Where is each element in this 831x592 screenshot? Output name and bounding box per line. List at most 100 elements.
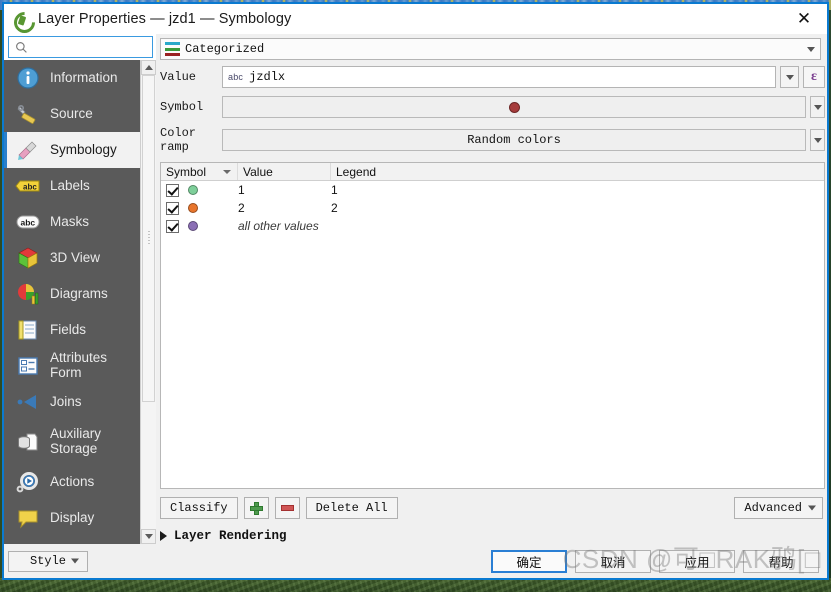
sidebar-item-symbology[interactable]: Symbology: [4, 132, 140, 168]
renderer-type-combo[interactable]: Categorized: [160, 38, 821, 60]
style-button[interactable]: Style: [8, 550, 88, 572]
sidebar-item-actions[interactable]: Actions: [4, 464, 140, 500]
sidebar-item-label: Source: [50, 105, 93, 121]
category-color-dot[interactable]: [188, 203, 198, 213]
qgis-logo-icon: [13, 10, 30, 28]
sidebar: Information Source Symbology abc Labels …: [4, 34, 190, 544]
symbology-panel: Categorized Value abc jzdlx ε Symbol Col…: [156, 34, 827, 544]
scroll-down-arrow-icon[interactable]: [141, 529, 156, 544]
value-field-label: Value: [160, 70, 197, 84]
sidebar-item-label: Actions: [50, 473, 95, 489]
sidebar-item-label: Display: [50, 509, 95, 525]
desktop-map-backdrop-bottom: [0, 578, 831, 592]
advanced-button[interactable]: Advanced: [734, 497, 823, 519]
sidebar-item-rendering[interactable]: Rendering: [4, 536, 140, 544]
table-row[interactable]: 2 2: [161, 199, 824, 217]
layer-rendering-label: Layer Rendering: [174, 529, 287, 543]
column-header-value[interactable]: Value: [238, 163, 331, 180]
chevron-down-icon: [808, 505, 816, 511]
information-icon: [14, 65, 42, 91]
table-body: 1 1 2 2 all other values: [161, 181, 824, 488]
diagrams-piechart-icon: [14, 281, 42, 307]
sidebar-item-3d-view[interactable]: 3D View: [4, 240, 140, 276]
sidebar-item-diagrams[interactable]: Diagrams: [4, 276, 140, 312]
symbol-preview-button[interactable]: [222, 96, 806, 118]
layer-rendering-expander[interactable]: Layer Rendering: [160, 528, 825, 544]
fields-table-icon: [14, 317, 42, 343]
row-value[interactable]: all other values: [238, 219, 824, 233]
dialog-body: Information Source Symbology abc Labels …: [4, 34, 827, 544]
close-icon[interactable]: ✕: [781, 4, 827, 34]
classify-button[interactable]: Classify: [160, 497, 238, 519]
svg-text:abc: abc: [21, 218, 36, 228]
sidebar-scrollbar[interactable]: [140, 60, 156, 544]
sidebar-item-attributes-form[interactable]: Attributes Form: [4, 348, 140, 384]
sidebar-search-area: [4, 34, 190, 60]
ok-button[interactable]: 确定: [491, 549, 567, 573]
symbol-field-row: [222, 96, 825, 118]
row-legend[interactable]: 2: [331, 201, 824, 215]
sidebar-item-label: 3D View: [50, 249, 101, 265]
sidebar-nav-wrapper: Information Source Symbology abc Labels …: [4, 60, 156, 544]
category-color-dot[interactable]: [188, 185, 198, 195]
column-header-symbol[interactable]: Symbol: [161, 163, 238, 180]
dialog-title: Layer Properties — jzd1 — Symbology: [38, 11, 292, 27]
color-ramp-value: Random colors: [467, 133, 561, 147]
table-row[interactable]: 1 1: [161, 181, 824, 199]
search-box[interactable]: [8, 36, 190, 58]
labels-abc-icon: abc: [14, 173, 42, 199]
row-value[interactable]: 2: [238, 201, 331, 215]
attributes-form-icon: [14, 353, 42, 379]
column-header-legend[interactable]: Legend: [331, 163, 824, 180]
chevron-down-icon: [71, 558, 79, 564]
row-checkbox[interactable]: [166, 183, 179, 197]
sidebar-nav-list: Information Source Symbology abc Labels …: [4, 60, 140, 544]
sidebar-item-source[interactable]: Source: [4, 96, 140, 132]
color-ramp-row: Random colors: [222, 129, 825, 151]
sidebar-item-label: Attributes Form: [50, 350, 108, 380]
sidebar-item-joins[interactable]: Joins: [4, 384, 140, 420]
actions-gear-icon: [14, 469, 42, 495]
remove-category-button[interactable]: [274, 497, 300, 519]
help-button[interactable]: 帮助: [743, 549, 819, 573]
symbology-form: Value abc jzdlx ε Symbol Color ramp Rand…: [160, 66, 825, 154]
row-checkbox[interactable]: [166, 201, 179, 215]
sidebar-item-label: Joins: [50, 393, 82, 409]
category-color-dot[interactable]: [188, 221, 198, 231]
sidebar-item-label: Symbology: [50, 141, 117, 157]
classify-toolbar: Classify Delete All Advanced: [160, 497, 825, 519]
sidebar-item-auxiliary-storage[interactable]: Auxiliary Storage: [4, 420, 140, 464]
sidebar-scroll-track[interactable]: [141, 75, 156, 529]
sidebar-item-display[interactable]: Display: [4, 500, 140, 536]
sidebar-item-label: Labels: [50, 177, 90, 193]
row-checkbox[interactable]: [166, 219, 179, 233]
expression-epsilon-icon[interactable]: ε: [803, 66, 825, 88]
scroll-up-arrow-icon[interactable]: [141, 60, 156, 75]
table-row[interactable]: all other values: [161, 217, 824, 235]
chevron-down-icon[interactable]: [780, 66, 799, 88]
masks-abc-icon: abc: [14, 209, 42, 235]
chevron-down-icon[interactable]: [810, 129, 825, 151]
color-ramp-combo[interactable]: Random colors: [222, 129, 806, 151]
delete-all-button[interactable]: Delete All: [305, 497, 398, 519]
row-value[interactable]: 1: [238, 183, 331, 197]
sidebar-item-fields[interactable]: Fields: [4, 312, 140, 348]
display-balloon-icon: [14, 505, 42, 531]
chevron-down-icon[interactable]: [802, 39, 820, 59]
value-field-combo[interactable]: abc jzdlx: [222, 66, 776, 88]
sidebar-item-label: Auxiliary Storage: [50, 426, 102, 456]
sidebar-item-labels[interactable]: abc Labels: [4, 168, 140, 204]
source-wrench-icon: [14, 101, 42, 127]
sidebar-item-masks[interactable]: abc Masks: [4, 204, 140, 240]
cancel-button[interactable]: 取消: [575, 549, 651, 573]
dialog-titlebar: Layer Properties — jzd1 — Symbology ✕: [4, 4, 827, 34]
value-field-value: jzdlx: [249, 70, 286, 84]
row-legend[interactable]: 1: [331, 183, 824, 197]
chevron-down-icon[interactable]: [810, 96, 825, 118]
apply-button[interactable]: 应用: [659, 549, 735, 573]
sidebar-item-information[interactable]: Information: [4, 60, 140, 96]
add-category-button[interactable]: [243, 497, 269, 519]
sidebar-scroll-thumb[interactable]: [142, 75, 155, 402]
plus-icon: [249, 501, 263, 515]
sidebar-item-label: Masks: [50, 213, 90, 229]
